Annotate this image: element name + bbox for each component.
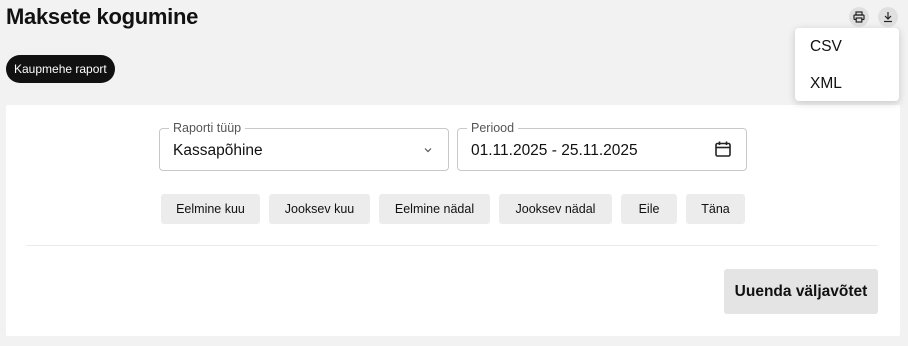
- quick-range-buttons: Eelmine kuu Jooksev kuu Eelmine nädal Jo…: [6, 194, 900, 224]
- period-value: 01.11.2025 - 25.11.2025: [471, 142, 638, 159]
- report-type-value: Kassapõhine: [173, 142, 263, 159]
- calendar-icon[interactable]: [714, 140, 732, 158]
- period-label: Periood: [467, 120, 519, 136]
- refresh-statement-button[interactable]: Uuenda väljavõtet: [724, 269, 878, 314]
- quick-range-yesterday[interactable]: Eile: [621, 194, 677, 224]
- quick-range-previous-week[interactable]: Eelmine nädal: [379, 194, 490, 224]
- report-form-card: Raporti tüüp Kassapõhine Periood 01.11.2…: [6, 105, 900, 336]
- download-icon: [884, 12, 892, 23]
- merchant-report-chip[interactable]: Kaupmehe raport: [6, 55, 115, 83]
- quick-range-current-month[interactable]: Jooksev kuu: [269, 194, 370, 224]
- print-button[interactable]: [849, 7, 869, 27]
- print-icon: [853, 11, 865, 23]
- divider: [26, 245, 878, 246]
- download-format-menu: CSV XML: [795, 28, 899, 101]
- quick-range-current-week[interactable]: Jooksev nädal: [499, 194, 612, 224]
- quick-range-previous-month[interactable]: Eelmine kuu: [161, 194, 260, 224]
- chevron-down-icon: [422, 144, 434, 156]
- report-type-select[interactable]: Raporti tüüp Kassapõhine: [159, 120, 449, 171]
- quick-range-today[interactable]: Täna: [686, 194, 745, 224]
- menu-item-xml[interactable]: XML: [810, 75, 842, 93]
- period-field[interactable]: Periood 01.11.2025 - 25.11.2025: [457, 120, 747, 171]
- report-type-label: Raporti tüüp: [169, 120, 246, 136]
- download-button[interactable]: [878, 7, 898, 27]
- menu-item-csv[interactable]: CSV: [810, 38, 842, 56]
- page-title: Maksete kogumine: [6, 4, 199, 29]
